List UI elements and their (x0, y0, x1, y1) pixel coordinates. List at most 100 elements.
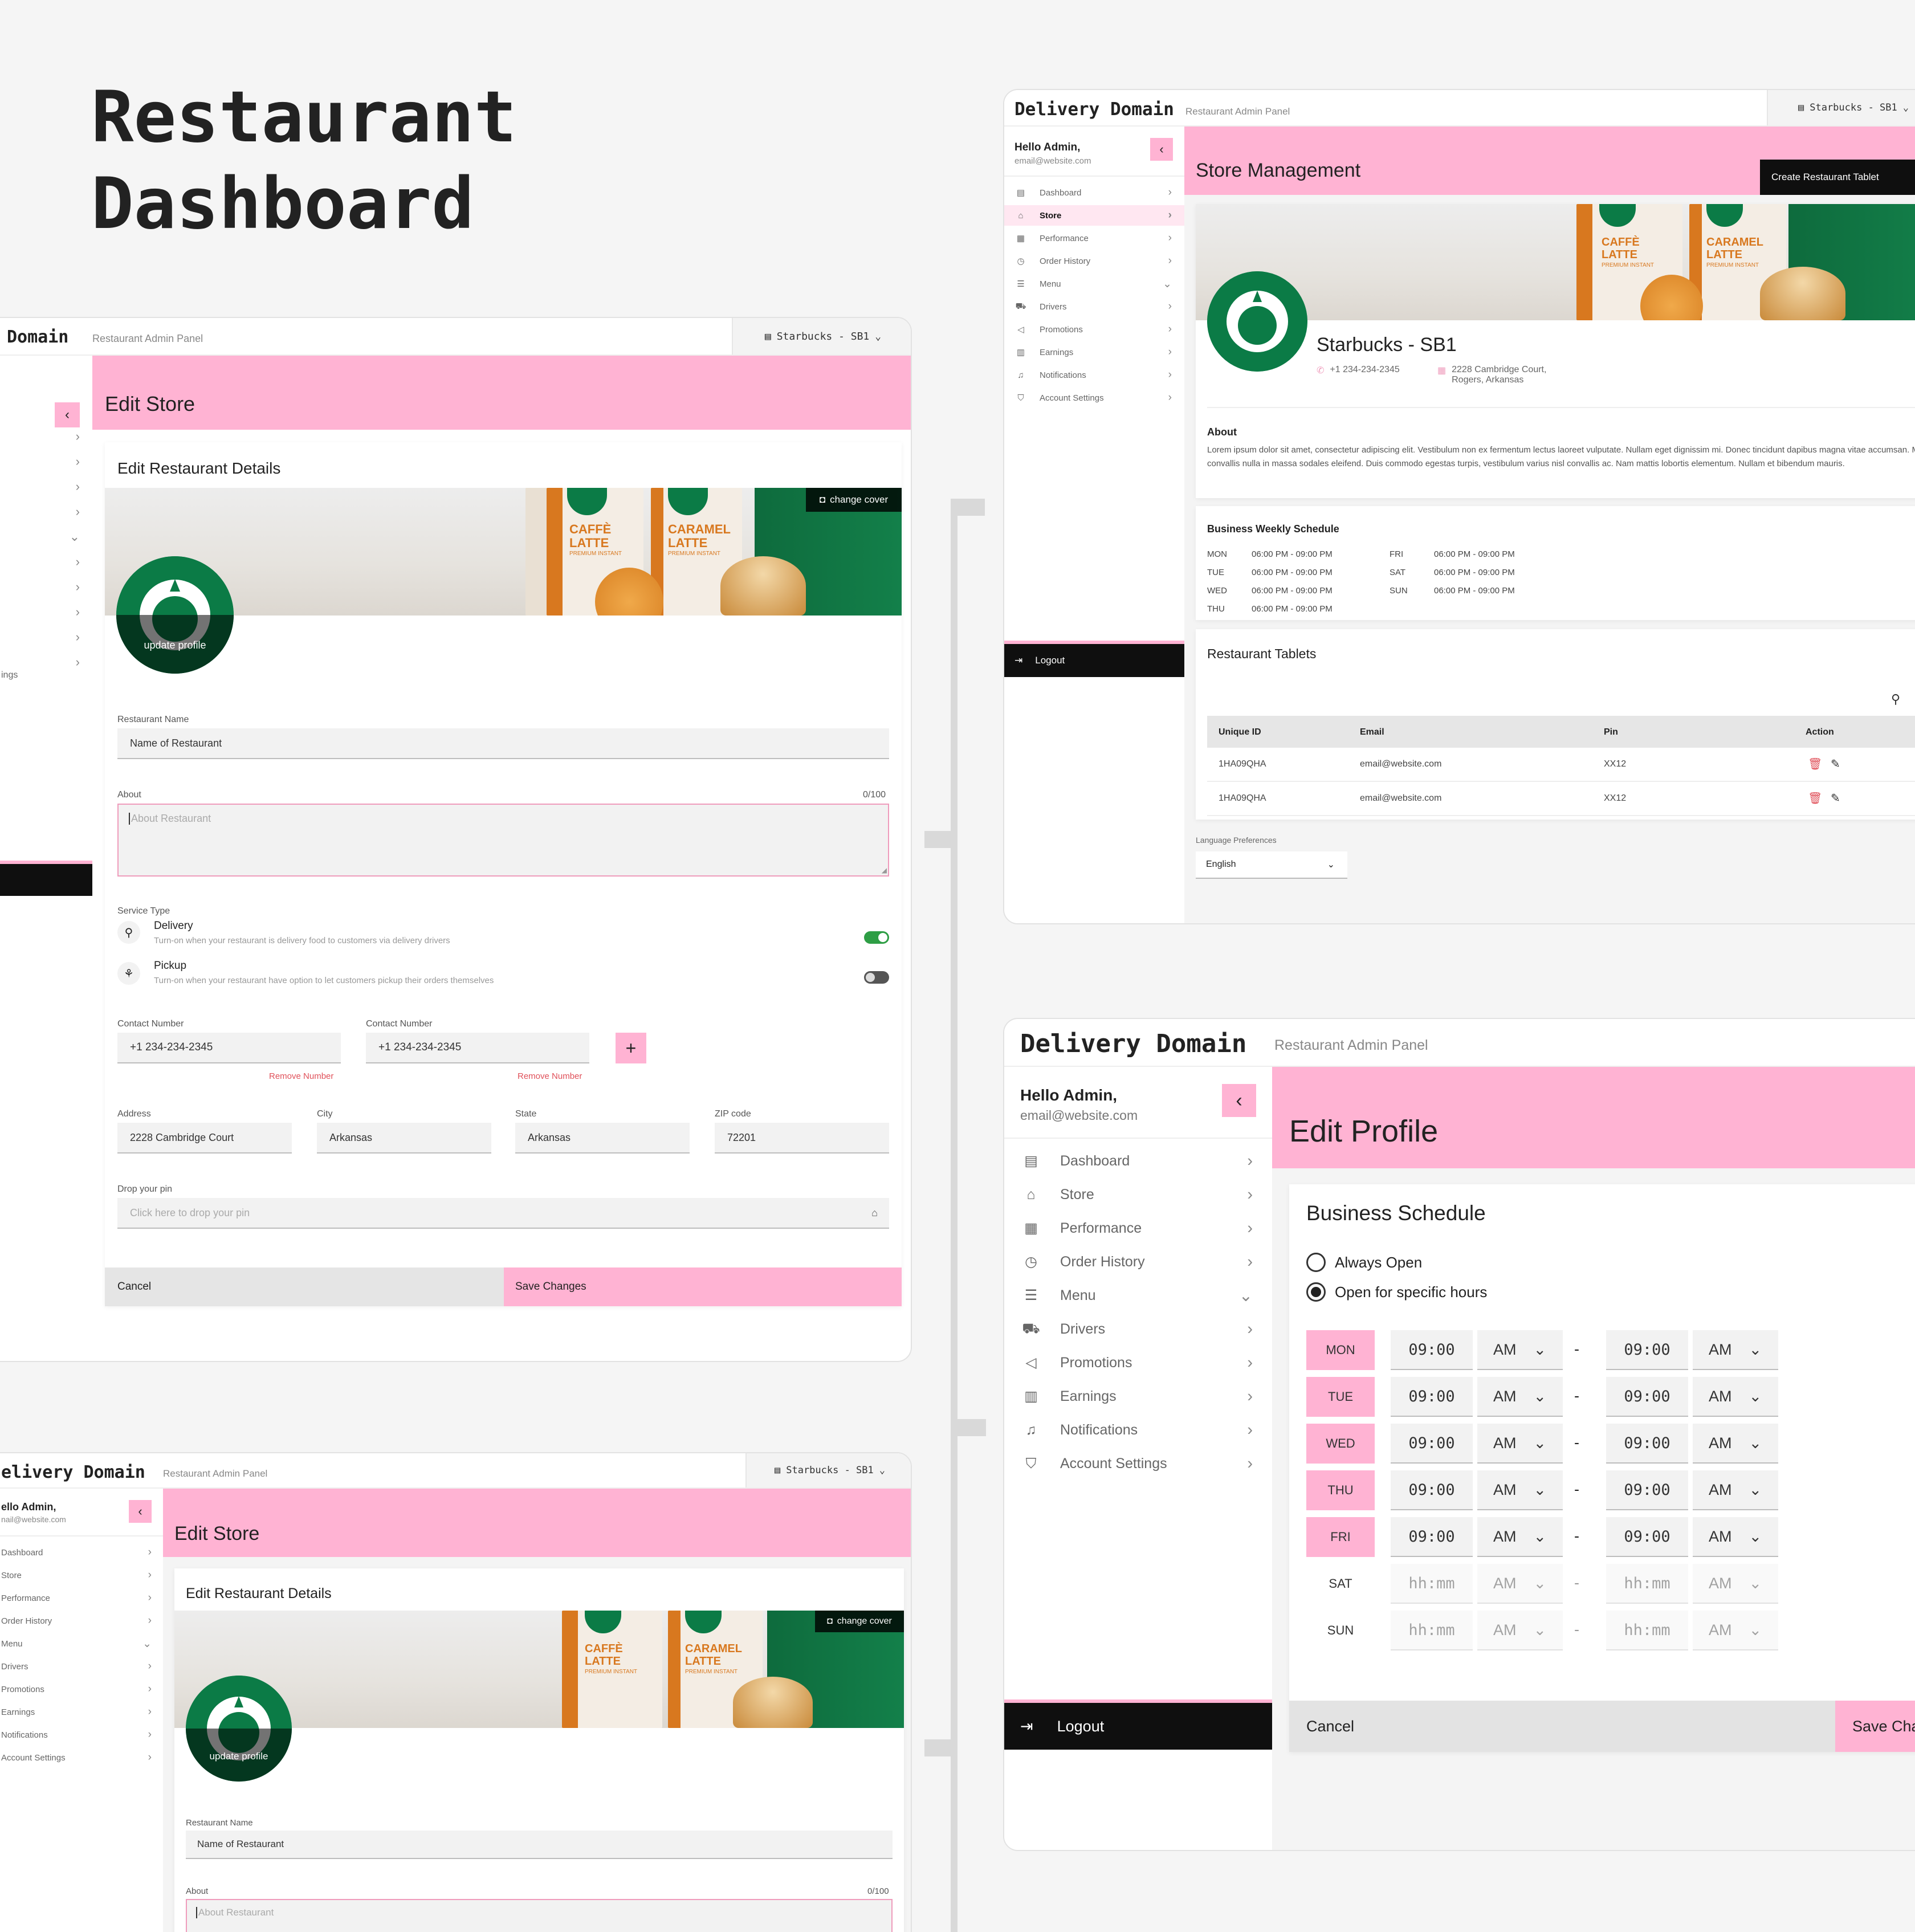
day-fri[interactable]: FRI (1306, 1517, 1375, 1557)
change-cover-button[interactable]: ◘ change cover (806, 488, 902, 512)
sidebar-item-performance[interactable]: › (0, 475, 92, 498)
pin-input[interactable]: Click here to drop your pin ⌂ (117, 1198, 889, 1229)
end-time-input[interactable]: 09:00 (1606, 1470, 1688, 1510)
delete-icon[interactable]: 🗑 (1808, 791, 1822, 805)
sidebar-item-account-settings[interactable]: ⛉ Account Settings › (1004, 388, 1184, 408)
start-time-input[interactable]: hh:mm (1391, 1611, 1473, 1650)
search-icon[interactable]: ⚲ (1891, 692, 1900, 707)
end-time-input[interactable]: 09:00 (1606, 1424, 1688, 1464)
end-time-input[interactable]: 09:00 (1606, 1377, 1688, 1417)
day-sun[interactable]: SUN (1306, 1611, 1375, 1650)
end-ampm-select[interactable]: AM ⌄ (1693, 1330, 1778, 1370)
end-ampm-select[interactable]: AM ⌄ (1693, 1611, 1778, 1650)
remove-number-link-1[interactable]: Remove Number (269, 1071, 333, 1081)
collapse-sidebar-button[interactable]: ‹ (55, 402, 80, 427)
about-textarea[interactable]: About Restaurant (186, 1899, 893, 1932)
start-ampm-select[interactable]: AM ⌄ (1477, 1611, 1563, 1650)
sidebar-item-account-settings[interactable]: Account Settings › (0, 1747, 163, 1768)
sidebar-item-account-settings[interactable]: ⛉ Account Settings › (1004, 1448, 1272, 1479)
change-cover-button[interactable]: ◘ change cover (815, 1611, 904, 1632)
day-wed[interactable]: WED (1306, 1424, 1375, 1464)
logout-bar[interactable] (0, 861, 92, 896)
sidebar-item-order-history[interactable]: ◷ Order History › (1004, 1246, 1272, 1277)
restaurant-name-input[interactable]: Name of Restaurant (117, 728, 889, 759)
address-input[interactable]: 2228 Cambridge Court (117, 1123, 292, 1154)
collapse-sidebar-button[interactable]: ‹ (1222, 1084, 1256, 1117)
cancel-button[interactable]: Cancel (105, 1267, 504, 1306)
save-changes-button[interactable]: Save Changes (504, 1267, 902, 1306)
logout-button[interactable]: ⇥ Logout (1004, 1699, 1272, 1750)
sidebar-item-dashboard[interactable]: ▤ Dashboard › (1004, 1146, 1272, 1176)
start-ampm-select[interactable]: AM ⌄ (1477, 1330, 1563, 1370)
start-time-input[interactable]: 09:00 (1391, 1517, 1473, 1557)
sidebar-item-notifications[interactable]: Notifications › (0, 1725, 163, 1745)
sidebar-item-drivers[interactable]: ⛟ Drivers › (1004, 1314, 1272, 1344)
collapse-sidebar-button[interactable]: ‹ (1150, 138, 1173, 161)
add-number-button[interactable]: + (616, 1033, 646, 1063)
day-sat[interactable]: SAT (1306, 1564, 1375, 1604)
sidebar-item-menu[interactable]: ☰ Menu ⌄ (1004, 274, 1184, 294)
sidebar-item-dashboard[interactable]: ▤ Dashboard › (1004, 182, 1184, 203)
start-time-input[interactable]: hh:mm (1391, 1564, 1473, 1604)
sidebar-item-drivers[interactable]: › (0, 551, 92, 573)
sidebar-item-notifications[interactable]: › (0, 626, 92, 649)
restaurant-name-input[interactable]: Name of Restaurant (186, 1831, 893, 1859)
sidebar-item-menu[interactable]: ☰ Menu ⌄ (1004, 1280, 1272, 1311)
sidebar-item-performance[interactable]: Performance › (0, 1588, 163, 1608)
sidebar-item-promotions[interactable]: ◁ Promotions › (1004, 319, 1184, 340)
start-ampm-select[interactable]: AM ⌄ (1477, 1517, 1563, 1557)
sidebar-item-notifications[interactable]: ♫ Notifications › (1004, 1415, 1272, 1445)
sidebar-item-earnings[interactable]: › (0, 601, 92, 623)
always-open-radio[interactable]: Always Open (1306, 1253, 1422, 1272)
contact-number-input-2[interactable]: +1 234-234-2345 (366, 1033, 589, 1063)
specific-hours-radio[interactable]: Open for specific hours (1306, 1282, 1487, 1302)
end-ampm-select[interactable]: AM ⌄ (1693, 1517, 1778, 1557)
sidebar-item-performance[interactable]: ▦ Performance › (1004, 1213, 1272, 1244)
day-tue[interactable]: TUE (1306, 1377, 1375, 1417)
sidebar-item-promotions[interactable]: ◁ Promotions › (1004, 1347, 1272, 1378)
profile-logo[interactable]: update profile (186, 1676, 292, 1782)
store-selector[interactable]: ▤ Starbucks - SB1 ⌄ (732, 318, 911, 354)
day-mon[interactable]: MON (1306, 1330, 1375, 1370)
state-input[interactable]: Arkansas (515, 1123, 690, 1154)
end-ampm-select[interactable]: AM ⌄ (1693, 1424, 1778, 1464)
sidebar-item-earnings[interactable]: ▥ Earnings › (1004, 342, 1184, 362)
cancel-button[interactable]: Cancel (1289, 1701, 1835, 1752)
sidebar-item-order-history[interactable]: ◷ Order History › (1004, 251, 1184, 271)
start-time-input[interactable]: 09:00 (1391, 1330, 1473, 1370)
save-changes-button[interactable]: Save Char (1835, 1701, 1915, 1752)
sidebar-item-order-history[interactable]: › (0, 500, 92, 523)
remove-number-link-2[interactable]: Remove Number (518, 1071, 582, 1081)
sidebar-item-order-history[interactable]: Order History › (0, 1611, 163, 1631)
sidebar-item-drivers[interactable]: ⛟ Drivers › (1004, 296, 1184, 317)
sidebar-item-store[interactable]: Store › (0, 1565, 163, 1585)
zip-input[interactable]: 72201 (715, 1123, 889, 1154)
language-select[interactable]: English ⌄ (1196, 851, 1347, 879)
start-ampm-select[interactable]: AM ⌄ (1477, 1377, 1563, 1417)
sidebar-item-menu[interactable]: Menu ⌄ (0, 1633, 163, 1654)
sidebar-item-dashboard[interactable]: Dashboard › (0, 1542, 163, 1563)
sidebar-item-store[interactable]: ⌂ Store › (1004, 205, 1184, 226)
sidebar-item-promotions[interactable]: Promotions › (0, 1679, 163, 1699)
day-thu[interactable]: THU (1306, 1470, 1375, 1510)
edit-icon[interactable]: ✎ (1831, 757, 1840, 771)
start-ampm-select[interactable]: AM ⌄ (1477, 1424, 1563, 1464)
delete-icon[interactable]: 🗑 (1808, 757, 1822, 771)
sidebar-item-menu[interactable]: ⌄ (0, 525, 92, 548)
store-selector[interactable]: ▤ Starbucks - SB1 ⌄ (745, 1453, 911, 1487)
sidebar-item-dashboard[interactable]: › (0, 425, 92, 448)
sidebar-item-earnings[interactable]: ▥ Earnings › (1004, 1381, 1272, 1412)
contact-number-input-1[interactable]: +1 234-234-2345 (117, 1033, 341, 1063)
end-time-input[interactable]: hh:mm (1606, 1611, 1688, 1650)
start-time-input[interactable]: 09:00 (1391, 1377, 1473, 1417)
sidebar-item-store[interactable]: › (0, 450, 92, 473)
end-ampm-select[interactable]: AM ⌄ (1693, 1377, 1778, 1417)
start-ampm-select[interactable]: AM ⌄ (1477, 1564, 1563, 1604)
start-time-input[interactable]: 09:00 (1391, 1470, 1473, 1510)
create-tablet-button[interactable]: Create Restaurant Tablet (1760, 160, 1915, 195)
city-input[interactable]: Arkansas (317, 1123, 491, 1154)
sidebar-item-performance[interactable]: ▦ Performance › (1004, 228, 1184, 248)
end-ampm-select[interactable]: AM ⌄ (1693, 1470, 1778, 1510)
sidebar-item-notifications[interactable]: ♫ Notifications › (1004, 365, 1184, 385)
end-time-input[interactable]: 09:00 (1606, 1330, 1688, 1370)
